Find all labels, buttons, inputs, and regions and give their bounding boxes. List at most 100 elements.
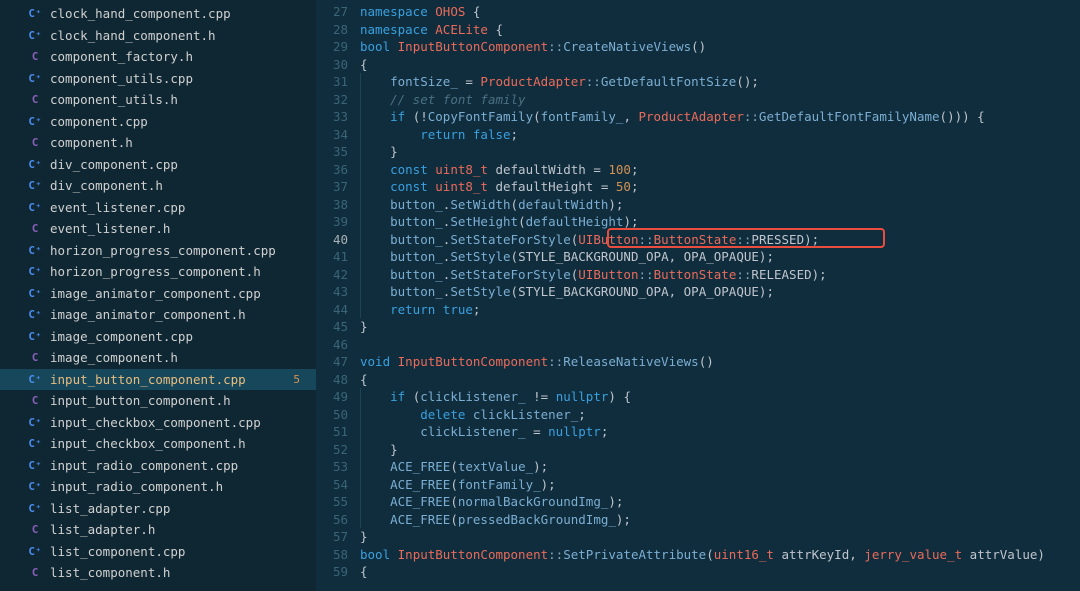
code-line-39[interactable]: button_.SetHeight(defaultHeight);	[360, 213, 1080, 231]
token-plain	[360, 407, 420, 422]
code-line-36[interactable]: const uint8_t defaultWidth = 100;	[360, 161, 1080, 179]
file-row-image_component-h[interactable]: Cimage_component.h	[0, 347, 316, 369]
file-row-event_listener-cpp[interactable]: C⁺event_listener.cpp	[0, 197, 316, 219]
file-row-clock_hand_component-cpp[interactable]: C⁺clock_hand_component.cpp	[0, 3, 316, 25]
code-area[interactable]: namespace OHOS {namespace ACELite {bool …	[360, 0, 1080, 591]
code-line-34[interactable]: return false;	[360, 126, 1080, 144]
code-line-29[interactable]: bool InputButtonComponent::CreateNativeV…	[360, 38, 1080, 56]
file-explorer-sidebar[interactable]: C⁺clock_hand_component.cppC⁺clock_hand_c…	[0, 0, 316, 591]
code-line-28[interactable]: namespace ACELite {	[360, 21, 1080, 39]
file-row-event_listener-h[interactable]: Cevent_listener.h	[0, 218, 316, 240]
token-plain	[465, 407, 473, 422]
line-number: 39	[316, 213, 348, 231]
h-file-icon: C	[28, 136, 42, 150]
code-line-32[interactable]: // set font family	[360, 91, 1080, 109]
code-line-54[interactable]: ACE_FREE(fontFamily_);	[360, 476, 1080, 494]
file-row-component-h[interactable]: Ccomponent.h	[0, 132, 316, 154]
code-line-41[interactable]: button_.SetStyle(STYLE_BACKGROUND_OPA, O…	[360, 248, 1080, 266]
file-row-input_checkbox_component-h[interactable]: C⁺input_checkbox_component.h	[0, 433, 316, 455]
file-row-clock_hand_component-h[interactable]: C⁺clock_hand_component.h	[0, 25, 316, 47]
file-name-label: div_component.cpp	[50, 157, 316, 172]
code-line-50[interactable]: delete clickListener_;	[360, 406, 1080, 424]
file-row-list_component-cpp[interactable]: C⁺list_component.cpp	[0, 541, 316, 563]
file-name-label: component.cpp	[50, 114, 316, 129]
token-id: fontSize_	[390, 74, 458, 89]
token-type: uint16_t	[714, 547, 774, 562]
line-number: 42	[316, 266, 348, 284]
line-number: 59	[316, 563, 348, 581]
token-macro: ACE_FREE	[390, 459, 450, 474]
file-row-list_component-h[interactable]: Clist_component.h	[0, 562, 316, 584]
line-number: 46	[316, 336, 348, 354]
file-name-label: horizon_progress_component.cpp	[50, 243, 316, 258]
code-line-45[interactable]: }	[360, 318, 1080, 336]
token-cls: InputButtonComponent	[398, 39, 549, 54]
code-line-47[interactable]: void InputButtonComponent::ReleaseNative…	[360, 353, 1080, 371]
code-line-49[interactable]: if (clickListener_ != nullptr) {	[360, 388, 1080, 406]
code-line-52[interactable]: }	[360, 441, 1080, 459]
code-line-48[interactable]: {	[360, 371, 1080, 389]
file-row-div_component-h[interactable]: C⁺div_component.h	[0, 175, 316, 197]
file-row-list_adapter-h[interactable]: Clist_adapter.h	[0, 519, 316, 541]
code-line-59[interactable]: {	[360, 563, 1080, 581]
code-line-46[interactable]	[360, 336, 1080, 354]
token-plain	[360, 92, 390, 107]
token-type: jerry_value_t	[864, 547, 962, 562]
token-kw: false	[473, 127, 511, 142]
code-line-53[interactable]: ACE_FREE(textValue_);	[360, 458, 1080, 476]
code-line-55[interactable]: ACE_FREE(normalBackGroundImg_);	[360, 493, 1080, 511]
file-row-component_factory-h[interactable]: Ccomponent_factory.h	[0, 46, 316, 68]
token-plain	[962, 547, 970, 562]
code-line-33[interactable]: if (!CopyFontFamily(fontFamily_, Product…	[360, 108, 1080, 126]
file-row-image_component-cpp[interactable]: C⁺image_component.cpp	[0, 326, 316, 348]
code-line-31[interactable]: fontSize_ = ProductAdapter::GetDefaultFo…	[360, 73, 1080, 91]
h-file-icon: C	[28, 50, 42, 64]
token-fn: CreateNativeViews	[563, 39, 691, 54]
code-line-57[interactable]: }	[360, 528, 1080, 546]
line-number: 36	[316, 161, 348, 179]
code-line-42[interactable]: button_.SetStateForStyle(UIButton::Butto…	[360, 266, 1080, 284]
code-line-56[interactable]: ACE_FREE(pressedBackGroundImg_);	[360, 511, 1080, 529]
file-row-input_radio_component-cpp[interactable]: C⁺input_radio_component.cpp	[0, 455, 316, 477]
file-row-input_button_component-h[interactable]: Cinput_button_component.h	[0, 390, 316, 412]
code-line-44[interactable]: return true;	[360, 301, 1080, 319]
file-name-label: input_checkbox_component.cpp	[50, 415, 316, 430]
file-row-div_component-cpp[interactable]: C⁺div_component.cpp	[0, 154, 316, 176]
file-row-image_animator_component-cpp[interactable]: C⁺image_animator_component.cpp	[0, 283, 316, 305]
token-plain	[435, 302, 443, 317]
code-line-27[interactable]: namespace OHOS {	[360, 3, 1080, 21]
file-name-label: component.h	[50, 135, 316, 150]
token-kw: nullptr	[556, 389, 609, 404]
token-plain: (	[511, 197, 519, 212]
file-row-list_adapter-cpp[interactable]: C⁺list_adapter.cpp	[0, 498, 316, 520]
file-name-label: image_animator_component.cpp	[50, 286, 316, 301]
code-line-35[interactable]: }	[360, 143, 1080, 161]
h-file-icon: C	[28, 351, 42, 365]
file-row-input_radio_component-h[interactable]: C⁺input_radio_component.h	[0, 476, 316, 498]
token-id: button_	[390, 249, 443, 264]
token-plain: =	[526, 424, 549, 439]
token-plain	[360, 459, 390, 474]
file-row-horizon_progress_component-h[interactable]: C⁺horizon_progress_component.h	[0, 261, 316, 283]
file-row-image_animator_component-h[interactable]: C⁺image_animator_component.h	[0, 304, 316, 326]
code-line-51[interactable]: clickListener_ = nullptr;	[360, 423, 1080, 441]
code-editor[interactable]: 2728293031323334353637383940414243444546…	[316, 0, 1080, 591]
code-line-43[interactable]: button_.SetStyle(STYLE_BACKGROUND_OPA, O…	[360, 283, 1080, 301]
file-row-component_utils-h[interactable]: Ccomponent_utils.h	[0, 89, 316, 111]
token-plain	[360, 424, 420, 439]
token-id: clickListener_	[420, 424, 525, 439]
file-name-label: list_adapter.cpp	[50, 501, 316, 516]
file-row-horizon_progress_component-cpp[interactable]: C⁺horizon_progress_component.cpp	[0, 240, 316, 262]
token-plain	[360, 127, 420, 142]
file-row-input_checkbox_component-cpp[interactable]: C⁺input_checkbox_component.cpp	[0, 412, 316, 434]
code-line-58[interactable]: bool InputButtonComponent::SetPrivateAtt…	[360, 546, 1080, 564]
code-line-38[interactable]: button_.SetWidth(defaultWidth);	[360, 196, 1080, 214]
file-row-input_button_component-cpp[interactable]: C⁺input_button_component.cpp5	[0, 369, 316, 391]
code-line-30[interactable]: {	[360, 56, 1080, 74]
code-line-37[interactable]: const uint8_t defaultHeight = 50;	[360, 178, 1080, 196]
file-row-component-cpp[interactable]: C⁺component.cpp	[0, 111, 316, 133]
code-line-40[interactable]: button_.SetStateForStyle(UIButton::Butto…	[360, 231, 1080, 249]
file-row-component_utils-cpp[interactable]: C⁺component_utils.cpp	[0, 68, 316, 90]
token-fn: SetWidth	[450, 197, 510, 212]
token-fn: CopyFontFamily	[428, 109, 533, 124]
